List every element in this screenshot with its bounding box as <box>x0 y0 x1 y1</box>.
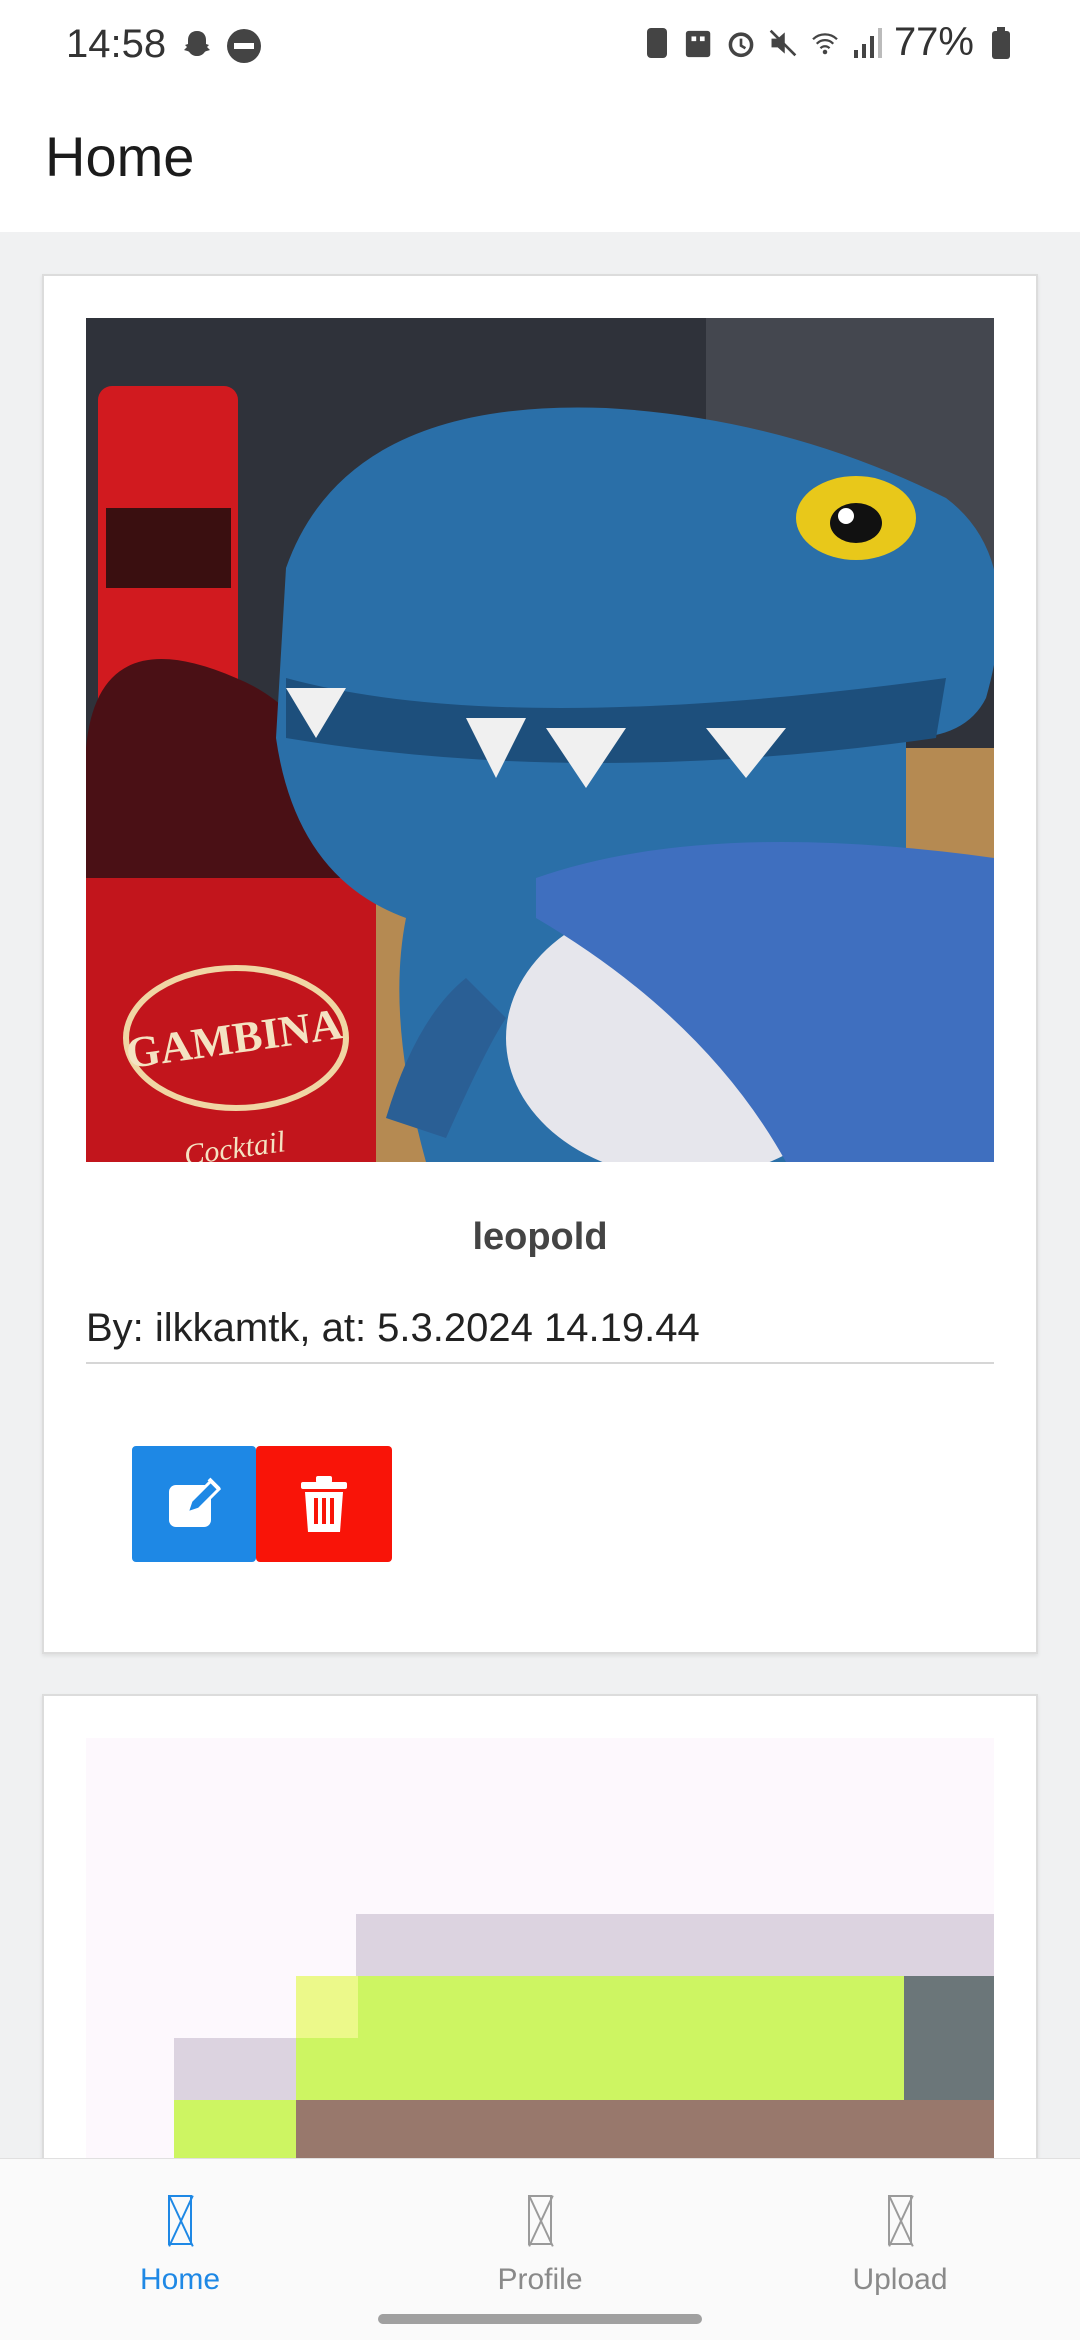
post-byline: By: ilkkamtk, at: 5.3.2024 14.19.44 <box>86 1306 994 1364</box>
nav-item-home[interactable]: Home <box>80 2159 280 2309</box>
app-bar: Home <box>0 96 1080 232</box>
sim-icon <box>642 26 672 60</box>
bottom-navigation: Home Profile Upload <box>0 2158 1080 2340</box>
wifi-icon <box>810 26 840 60</box>
nav-item-upload[interactable]: Upload <box>800 2159 1000 2309</box>
post-title: leopold <box>472 1216 608 1258</box>
missing-glyph-icon <box>888 2195 912 2245</box>
signal-icon <box>852 26 882 60</box>
nav-label-home: Home <box>139 2263 221 2296</box>
status-bar: 14:58 77% <box>0 0 1080 96</box>
delete-button[interactable] <box>256 1446 392 1562</box>
post-photo[interactable]: GAMBINA Cocktail <box>86 318 994 1162</box>
nav-label-profile: Profile <box>497 2263 583 2296</box>
status-time: 14:58 <box>66 22 167 66</box>
missing-glyph-icon <box>168 2195 192 2245</box>
post-card[interactable]: GAMBINA Cocktail leopold By: ilkkamtk, a… <box>42 274 1038 1654</box>
page-title: Home <box>45 125 195 188</box>
building-icon <box>684 26 714 60</box>
nav-item-profile[interactable]: Profile <box>440 2159 640 2309</box>
do-not-disturb-icon <box>227 29 261 63</box>
nav-label-upload: Upload <box>852 2263 948 2296</box>
home-indicator[interactable] <box>378 2314 702 2324</box>
battery-percent: 77% <box>893 20 974 64</box>
battery-icon <box>986 26 1016 60</box>
edit-icon <box>169 1477 222 1527</box>
snapchat-icon <box>184 31 210 56</box>
mute-icon <box>768 26 798 60</box>
trash-icon <box>301 1476 347 1532</box>
alarm-icon <box>726 26 756 60</box>
edit-button[interactable] <box>132 1446 256 1562</box>
missing-glyph-icon <box>528 2195 552 2245</box>
